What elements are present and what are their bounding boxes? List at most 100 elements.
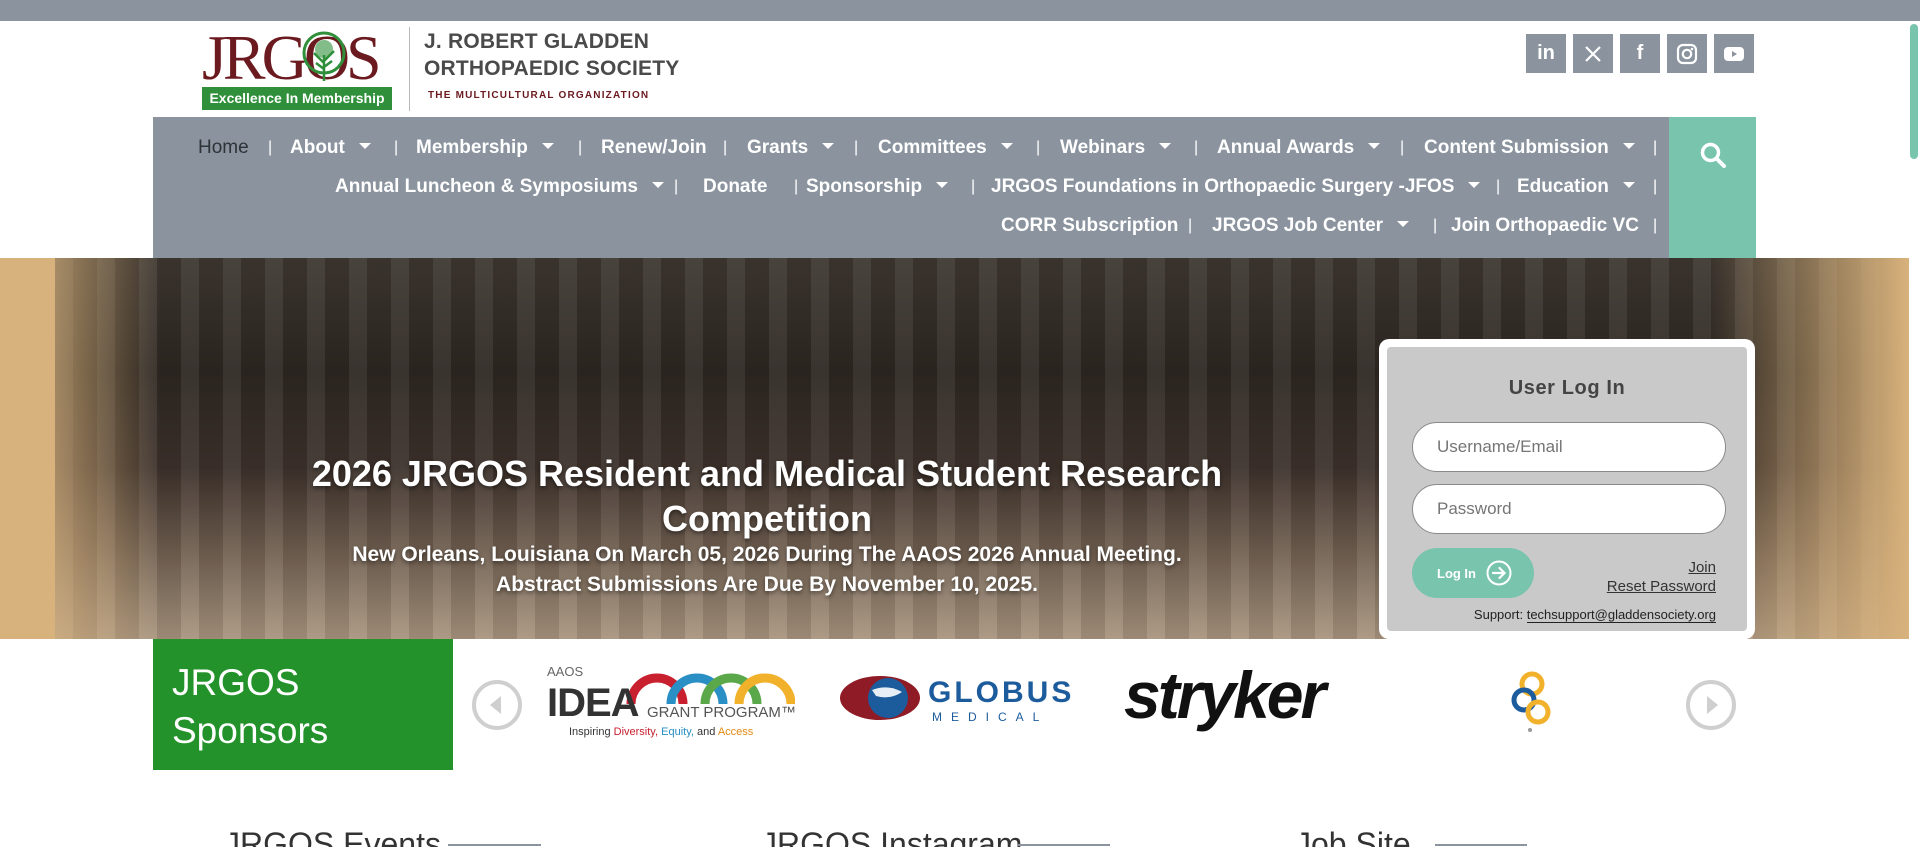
- nav-grants[interactable]: Grants: [747, 136, 835, 160]
- nav-education-label: Education: [1517, 176, 1609, 197]
- nav-about[interactable]: About: [290, 136, 371, 160]
- chevron-down-icon: [1397, 220, 1410, 227]
- sponsor-stryker-logo[interactable]: stryker: [1124, 656, 1374, 734]
- scrollbar-thumb[interactable]: [1910, 24, 1918, 159]
- nav-education[interactable]: Education: [1517, 175, 1635, 199]
- instagram-heading: JRGOS Instagram: [761, 826, 1023, 847]
- chevron-down-icon: [822, 142, 835, 149]
- site-logo[interactable]: JRGOS Excellence In Membership: [202, 23, 394, 111]
- idea-tag-diversity: Diversity,: [613, 726, 659, 738]
- globe-icon: [840, 676, 920, 720]
- hero-title[interactable]: 2026 JRGOS Resident and Medical Student …: [268, 451, 1266, 541]
- hero-subtitle: New Orleans, Louisiana On March 05, 2026…: [268, 540, 1266, 600]
- logo-wordmark: JRGOS: [202, 22, 382, 93]
- carousel-next-button[interactable]: [1686, 680, 1736, 730]
- nav-content-submission-label: Content Submission: [1424, 137, 1609, 158]
- carousel-prev-button[interactable]: [472, 680, 522, 730]
- nav-membership[interactable]: Membership: [416, 136, 554, 160]
- facebook-icon[interactable]: f: [1620, 34, 1660, 73]
- login-title: User Log In: [1508, 377, 1626, 399]
- nav-donate[interactable]: Donate: [703, 175, 767, 199]
- idea-wordmark: IDEA: [547, 681, 640, 725]
- nav-separator: |: [1400, 139, 1405, 156]
- youtube-glyph-icon: [1724, 46, 1744, 61]
- join-link[interactable]: Join: [1688, 559, 1716, 576]
- chevron-down-icon: [1368, 142, 1381, 149]
- nav-committees-label: Committees: [878, 137, 987, 158]
- nav-annual-awards[interactable]: Annual Awards: [1217, 136, 1381, 160]
- org-name-line1: J. ROBERT GLADDEN: [424, 30, 650, 53]
- rainbow-arches-icon: [626, 673, 795, 705]
- nav-jfos[interactable]: JRGOS Foundations in Orthopaedic Surgery…: [991, 175, 1481, 199]
- support-email-link[interactable]: techsupport@gladdensociety.org: [1526, 607, 1716, 623]
- nav-separator: |: [268, 139, 273, 156]
- nav-separator: |: [1188, 217, 1193, 234]
- support-line: Support: techsupport@gladdensociety.org: [1474, 607, 1716, 623]
- chevron-down-icon: [1622, 142, 1635, 149]
- nav-annual-luncheon-label: Annual Luncheon & Symposiums: [335, 176, 638, 197]
- idea-grant-program: GRANT PROGRAM™: [647, 704, 796, 721]
- instagram-heading-rule: [1018, 844, 1110, 846]
- sponsor-globus-logo[interactable]: GLOBUS MEDICAL: [840, 670, 1080, 726]
- login-button-label: Log In: [1437, 565, 1476, 581]
- nav-sponsorship[interactable]: Sponsorship: [806, 175, 949, 199]
- nav-corr-subscription[interactable]: CORR Subscription: [1001, 214, 1178, 238]
- instagram-icon[interactable]: [1667, 34, 1707, 73]
- sponsors-heading-line2: Sponsors: [172, 710, 329, 751]
- org-name-line2: ORTHOPAEDIC SOCIETY: [424, 57, 680, 80]
- org-name: J. ROBERT GLADDEN ORTHOPAEDIC SOCIETY: [424, 28, 679, 82]
- idea-tag-prefix: Inspiring: [569, 726, 611, 738]
- nav-separator: |: [674, 178, 679, 195]
- chevron-down-icon: [1159, 142, 1172, 149]
- aaos-small-label: AAOS: [547, 664, 584, 679]
- sponsors-heading-line1: JRGOS: [172, 662, 300, 703]
- search-button[interactable]: [1669, 117, 1756, 258]
- nav-membership-label: Membership: [416, 137, 528, 158]
- chevron-down-icon: [1000, 142, 1013, 149]
- nav-jfos-label: JRGOS Foundations in Orthopaedic Surgery…: [991, 176, 1455, 197]
- nav-job-center[interactable]: JRGOS Job Center: [1212, 214, 1410, 238]
- idea-tag-and: and: [697, 726, 716, 738]
- globus-medical-label: MEDICAL: [932, 710, 1049, 724]
- nav-separator: |: [394, 139, 399, 156]
- chevron-down-icon: [1622, 181, 1635, 188]
- sponsor-mark-logo[interactable]: [1504, 668, 1560, 738]
- nav-separator: |: [1036, 139, 1041, 156]
- logo-tagline: Excellence In Membership: [202, 87, 392, 110]
- nav-home[interactable]: Home: [198, 136, 249, 160]
- login-panel-inner: User Log In Log In Join Reset Password S…: [1387, 347, 1747, 631]
- nav-about-label: About: [290, 137, 345, 158]
- chevron-down-icon: [1468, 181, 1481, 188]
- events-heading-rule: [448, 844, 541, 846]
- globus-wordmark: GLOBUS: [928, 676, 1075, 709]
- username-field[interactable]: [1412, 422, 1726, 472]
- youtube-icon[interactable]: [1714, 34, 1754, 73]
- chevron-right-icon: [1707, 696, 1718, 714]
- events-heading: JRGOS Events: [224, 826, 441, 847]
- main-nav: Home | About | Membership | Renew/Join |…: [153, 117, 1669, 258]
- login-panel: User Log In Log In Join Reset Password S…: [1379, 339, 1755, 639]
- reset-password-link[interactable]: Reset Password: [1607, 578, 1716, 595]
- sponsor-aaos-idea-logo[interactable]: AAOS IDEA GRANT PROGRAM™ Inspiring Diver…: [547, 664, 797, 744]
- linkedin-icon[interactable]: in: [1526, 34, 1566, 73]
- nav-join-orthopaedic-vc[interactable]: Join Orthopaedic VC: [1451, 214, 1639, 238]
- job-site-heading: Job Site: [1295, 826, 1411, 847]
- nav-separator: |: [1194, 139, 1199, 156]
- nav-committees[interactable]: Committees: [878, 136, 1013, 160]
- search-icon: [1700, 142, 1726, 168]
- nav-renew-join[interactable]: Renew/Join: [601, 136, 707, 160]
- nav-content-submission[interactable]: Content Submission: [1424, 136, 1635, 160]
- org-subtitle: THE MULTICULTURAL ORGANIZATION: [428, 90, 650, 101]
- password-field[interactable]: [1412, 484, 1726, 534]
- nav-separator: |: [1653, 178, 1658, 195]
- nav-separator: |: [1496, 178, 1501, 195]
- nav-separator: |: [578, 139, 583, 156]
- nav-annual-luncheon[interactable]: Annual Luncheon & Symposiums: [335, 175, 664, 199]
- login-button[interactable]: Log In: [1412, 548, 1534, 598]
- nav-webinars[interactable]: Webinars: [1060, 136, 1172, 160]
- nav-separator: |: [1653, 217, 1658, 234]
- x-twitter-icon[interactable]: [1573, 34, 1613, 73]
- sponsors-heading: JRGOS Sponsors: [153, 639, 453, 770]
- nav-separator: |: [723, 139, 728, 156]
- idea-tag-equity: Equity,: [661, 726, 694, 738]
